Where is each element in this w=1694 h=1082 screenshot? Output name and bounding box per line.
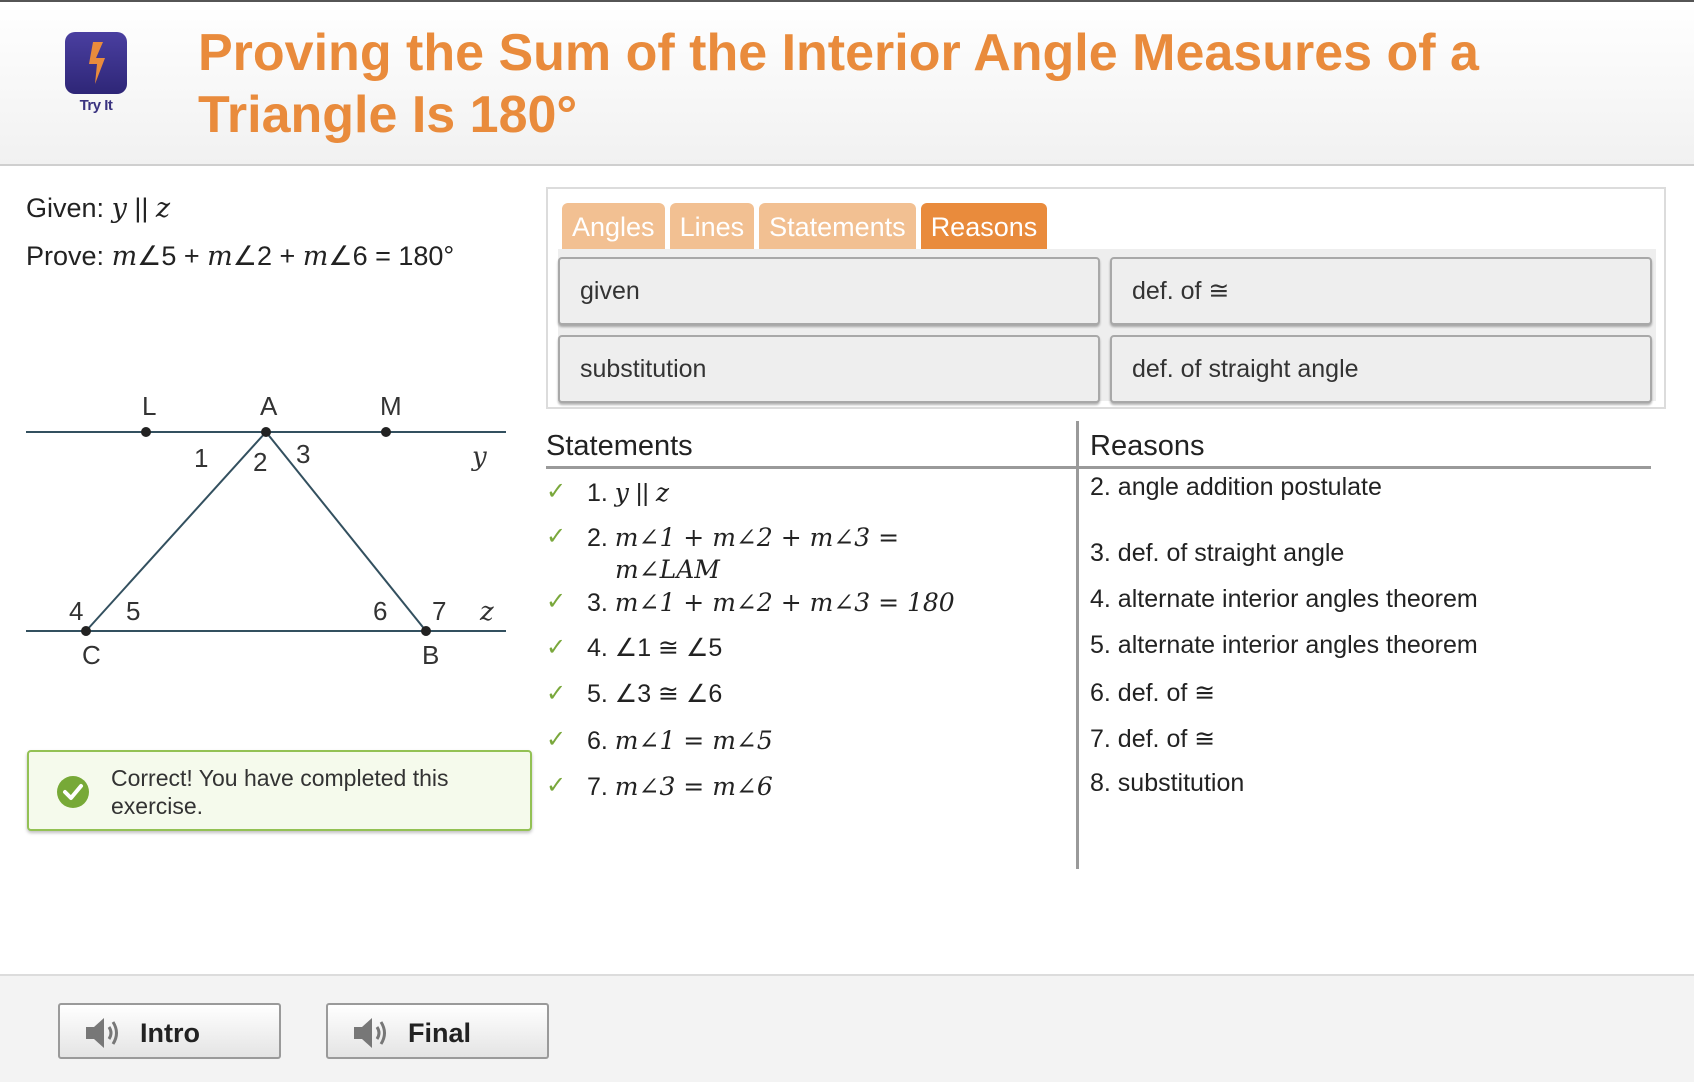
statement-number: 2.	[587, 524, 615, 552]
prove-a3: ∠6 = 180°	[328, 241, 455, 271]
check-icon: ✓	[546, 726, 567, 753]
column-divider	[1076, 421, 1079, 869]
prove-m2: m	[207, 241, 233, 272]
reason-row-3: 3. def. of straight angle	[1090, 539, 1345, 567]
statement-var-y: y	[614, 478, 629, 507]
try-it-logo-icon	[65, 32, 127, 94]
check-icon: ✓	[546, 523, 567, 550]
statement-text: m∠1 = m∠5	[614, 726, 773, 755]
point-a	[261, 427, 271, 437]
label-a: A	[260, 391, 278, 421]
speaker-icon	[86, 1018, 118, 1048]
angle-2: 2	[253, 447, 267, 477]
prove-m3: m	[302, 241, 329, 272]
prove-label: Prove:	[26, 241, 105, 271]
given-label: Given:	[26, 193, 105, 223]
reason-row-2: 2. angle addition postulate	[1090, 473, 1382, 501]
prove-m1: m	[111, 241, 138, 272]
prove-a1: ∠5 +	[137, 241, 208, 271]
feedback-box: Correct! You have completed this exercis…	[27, 750, 532, 831]
statement-text: m∠1 + m∠2 + m∠3 =	[614, 523, 900, 552]
statement-number: 4.	[587, 634, 615, 662]
point-b	[421, 626, 431, 636]
header-bar: Try It Proving the Sum of the Interior A…	[0, 0, 1694, 166]
intro-label: Intro	[140, 1018, 200, 1048]
statement-text: m∠1 + m∠2 + m∠3 = 180	[614, 588, 955, 617]
angle-4: 4	[69, 596, 83, 626]
label-l: L	[142, 391, 156, 421]
tile-substitution[interactable]: substitution	[558, 335, 1100, 403]
bank-tabs: Angles Lines Statements Reasons	[562, 203, 1048, 249]
statements-header: Statements	[546, 430, 693, 462]
statement-text-cont: m∠LAM	[615, 555, 720, 584]
statement-parallel: ||	[628, 479, 656, 507]
speaker-icon	[354, 1018, 386, 1048]
line-z-label: z	[479, 597, 494, 627]
final-label: Final	[408, 1018, 472, 1048]
statement-number: 7.	[587, 773, 615, 801]
label-b: B	[422, 640, 439, 670]
tile-given[interactable]: given	[558, 257, 1100, 325]
point-m	[381, 427, 391, 437]
angle-7: 7	[432, 596, 446, 626]
given-parallel: ||	[126, 193, 156, 223]
check-icon: ✓	[546, 772, 567, 799]
label-c: C	[82, 640, 101, 670]
label-m: M	[380, 391, 402, 421]
tile-area: given def. of ≅ substitution def. of str…	[558, 249, 1656, 403]
feedback-text: Correct! You have completed this exercis…	[111, 765, 449, 819]
tab-reasons[interactable]: Reasons	[920, 203, 1048, 249]
check-icon: ✓	[546, 634, 567, 661]
prove-statement: Prove: m∠5 + m∠2 + m∠6 = 180°	[26, 241, 454, 272]
tile-def-of-congruent[interactable]: def. of ≅	[1110, 257, 1652, 325]
intro-audio-button[interactable]: Intro	[58, 1003, 281, 1059]
angle-6: 6	[373, 596, 387, 626]
angle-3: 3	[296, 439, 310, 469]
reason-row-8: 8. substitution	[1090, 769, 1245, 797]
statement-text: ∠3 ≅ ∠6	[614, 680, 723, 708]
reason-row-6: 6. def. of ≅	[1090, 679, 1216, 707]
segment-ab	[265, 431, 427, 632]
check-icon: ✓	[546, 478, 567, 505]
reasons-header: Reasons	[1090, 430, 1205, 462]
statement-number: 6.	[587, 727, 615, 755]
point-c	[81, 626, 91, 636]
reason-row-7: 7. def. of ≅	[1090, 725, 1216, 753]
given-var-y: y	[111, 193, 127, 224]
tab-statements[interactable]: Statements	[759, 203, 916, 249]
statement-text: ∠1 ≅ ∠5	[614, 634, 723, 662]
angle-5: 5	[126, 596, 140, 626]
segment-ac	[85, 431, 267, 632]
reason-row-5: 5. alternate interior angles theorem	[1090, 631, 1478, 659]
reasons-rule	[1079, 466, 1651, 469]
statement-text: m∠3 = m∠6	[614, 772, 773, 801]
prove-a2: ∠2 +	[232, 241, 303, 271]
check-circle-icon	[57, 776, 89, 808]
check-icon: ✓	[546, 680, 567, 707]
tab-angles[interactable]: Angles	[562, 203, 665, 249]
answer-bank: Angles Lines Statements Reasons given de…	[546, 187, 1666, 409]
statement-number: 3.	[587, 589, 615, 617]
statement-number: 5.	[587, 680, 615, 708]
angle-1: 1	[194, 443, 208, 473]
reason-row-4: 4. alternate interior angles theorem	[1090, 585, 1478, 613]
line-y-label: y	[471, 442, 487, 472]
triangle-diagram: L A M C B 1 2 3 4 5 6 7 y z	[26, 391, 506, 670]
check-icon: ✓	[546, 588, 567, 615]
given-var-z: z	[155, 193, 171, 224]
statement-var-z: z	[655, 478, 669, 507]
logo-caption: Try It	[79, 97, 113, 114]
statement-number: 1.	[587, 479, 615, 507]
point-l	[141, 427, 151, 437]
tile-def-of-straight-angle[interactable]: def. of straight angle	[1110, 335, 1652, 403]
statements-rule	[546, 466, 1076, 469]
given-statement: Given: y || z	[26, 193, 170, 224]
page-title: Proving the Sum of the Interior Angle Me…	[198, 24, 1479, 144]
tab-lines[interactable]: Lines	[669, 203, 755, 249]
final-audio-button[interactable]: Final	[326, 1003, 549, 1059]
